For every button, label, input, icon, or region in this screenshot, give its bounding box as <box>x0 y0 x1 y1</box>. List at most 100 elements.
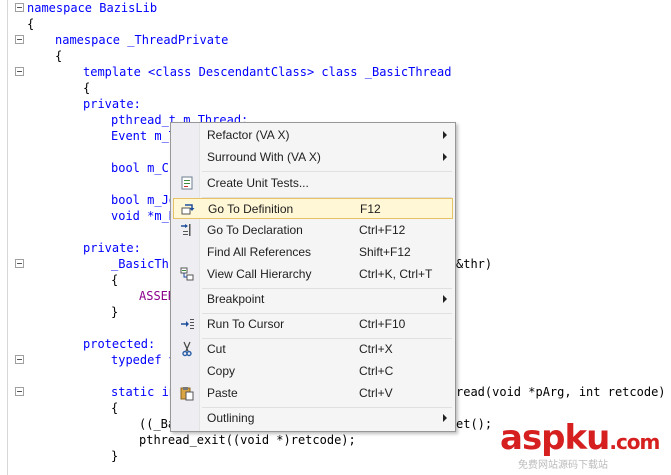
menu-item-go-to-declaration[interactable]: Go To Declaration Ctrl+F12 <box>173 220 453 241</box>
code-line: namespace BazisLib <box>27 0 157 16</box>
code-text: template <class DescendantClass> class _… <box>83 65 452 79</box>
code-text: read(void *pArg, int retcode) <box>456 385 666 399</box>
menu-separator <box>202 171 452 172</box>
code-line: } <box>111 448 118 464</box>
code-text: { <box>111 401 119 415</box>
collapse-toggle[interactable] <box>15 3 24 12</box>
watermark-logo: aspku.com <box>500 418 660 458</box>
code-text: private: <box>83 241 141 255</box>
code-text: namespace _ThreadPrivate <box>55 33 229 47</box>
code-text: Event m_T <box>111 129 177 143</box>
code-line: bool m_Jo <box>111 192 176 208</box>
menu-item-label: View Call Hierarchy <box>207 267 312 281</box>
code-text: void *m_R <box>111 209 177 223</box>
paste-icon <box>180 387 194 401</box>
code-line: &thr) <box>456 256 492 272</box>
code-line: et(); <box>456 416 492 432</box>
scissors-icon <box>182 341 192 357</box>
code-line: { <box>111 400 118 416</box>
code-text: _BasicThr <box>111 257 177 271</box>
code-text: &thr) <box>456 257 493 271</box>
watermark-subtitle: 免费网站源码下载站 <box>518 460 608 471</box>
code-line: protected: <box>83 336 155 352</box>
menu-item-run-to-cursor[interactable]: Run To Cursor Ctrl+F10 <box>173 314 453 335</box>
code-text: pthread_exit((void *)retcode); <box>139 433 356 447</box>
menu-item-label: Paste <box>207 386 238 400</box>
code-line: Event m_T <box>111 128 176 144</box>
code-text: protected: <box>83 337 156 351</box>
gutter-guide-line <box>7 0 8 475</box>
code-line: private: <box>83 240 141 256</box>
collapse-toggle[interactable] <box>15 35 24 44</box>
menu-item-go-to-definition[interactable]: Go To Definition F12 <box>173 198 453 219</box>
code-line: pthread_exit((void *)retcode); <box>139 432 356 448</box>
code-line: template <class DescendantClass> class _… <box>83 64 451 80</box>
menu-item-label: Go To Declaration <box>207 223 303 237</box>
code-text: { <box>27 17 35 31</box>
menu-item-outlining[interactable]: Outlining <box>173 408 453 429</box>
code-text: { <box>111 273 119 287</box>
code-line: typedef v <box>111 352 176 368</box>
submenu-arrow-icon <box>443 295 447 303</box>
menu-item-label: Copy <box>207 364 236 378</box>
go-to-definition-icon <box>181 204 195 215</box>
code-line: private: <box>83 96 141 112</box>
code-line: } <box>111 304 118 320</box>
watermark-tld: .com <box>609 430 660 454</box>
context-menu: Refactor (VA X) Surround With (VA X) Cre… <box>170 122 456 432</box>
code-text: private: <box>83 97 141 111</box>
code-line: static in <box>111 384 176 400</box>
menu-item-label: Refactor (VA X) <box>207 128 290 142</box>
menu-item-view-call-hierarchy[interactable]: View Call Hierarchy Ctrl+K, Ctrl+T <box>173 264 453 285</box>
code-text: bool m_Cr <box>111 161 177 175</box>
menu-item-label: Go To Definition <box>208 202 294 216</box>
collapse-toggle[interactable] <box>15 67 24 76</box>
menu-item-surround-with[interactable]: Surround With (VA X) <box>173 147 453 168</box>
menu-item-shortcut: Ctrl+K, Ctrl+T <box>359 267 433 281</box>
menu-item-create-unit-tests[interactable]: Create Unit Tests... <box>173 173 453 194</box>
code-line: _BasicThr <box>111 256 176 272</box>
menu-item-shortcut: F12 <box>360 202 381 216</box>
code-text: namespace BazisLib <box>27 1 158 15</box>
menu-item-copy[interactable]: Copy Ctrl+C <box>173 361 453 382</box>
submenu-arrow-icon <box>443 414 447 422</box>
code-line: { <box>111 272 118 288</box>
menu-item-label: Breakpoint <box>207 292 265 306</box>
collapse-toggle[interactable] <box>15 387 24 396</box>
watermark-brand: aspku <box>500 418 610 458</box>
code-line: { <box>55 48 62 64</box>
menu-item-refactor[interactable]: Refactor (VA X) <box>173 125 453 146</box>
menu-item-label: Run To Cursor <box>207 317 285 331</box>
code-text: } <box>111 305 119 319</box>
menu-item-shortcut: Shift+F12 <box>359 245 411 259</box>
code-line: namespace _ThreadPrivate <box>55 32 228 48</box>
code-line: void *m_R <box>111 208 176 224</box>
collapse-toggle[interactable] <box>15 259 24 268</box>
menu-item-cut[interactable]: Cut Ctrl+X <box>173 339 453 360</box>
menu-item-breakpoint[interactable]: Breakpoint <box>173 289 453 310</box>
code-line: { <box>83 80 90 96</box>
code-line: read(void *pArg, int retcode) <box>456 384 666 400</box>
code-line: bool m_Cr <box>111 160 176 176</box>
code-text: bool m_Jo <box>111 193 177 207</box>
code-text: { <box>55 49 63 63</box>
run-to-cursor-icon <box>181 319 194 329</box>
menu-item-label: Create Unit Tests... <box>207 176 309 190</box>
menu-item-find-all-references[interactable]: Find All References Shift+F12 <box>173 242 453 263</box>
menu-item-shortcut: Ctrl+F12 <box>359 223 406 237</box>
code-text: static in <box>111 385 177 399</box>
submenu-arrow-icon <box>443 153 447 161</box>
menu-item-shortcut: Ctrl+C <box>359 364 394 378</box>
go-to-declaration-icon <box>181 224 191 236</box>
menu-item-paste[interactable]: Paste Ctrl+V <box>173 383 453 404</box>
menu-item-label: Surround With (VA X) <box>207 150 321 164</box>
menu-item-shortcut: Ctrl+X <box>359 342 393 356</box>
code-text: typedef v <box>111 353 177 367</box>
unit-test-icon <box>181 176 193 190</box>
code-text: } <box>111 449 119 463</box>
menu-item-label: Outlining <box>207 411 255 425</box>
code-text: { <box>83 81 91 95</box>
collapse-toggle[interactable] <box>15 355 24 364</box>
menu-item-shortcut: Ctrl+V <box>359 386 393 400</box>
code-text: et(); <box>456 417 493 431</box>
